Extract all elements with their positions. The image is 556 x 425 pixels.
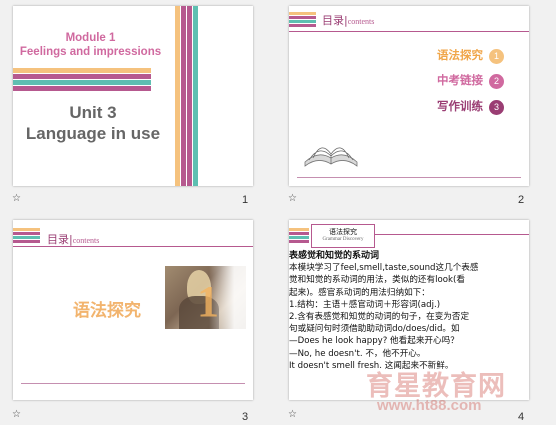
star-icon[interactable]: ☆ xyxy=(12,193,21,204)
slide-number: 2 xyxy=(518,194,525,206)
decor-stripe xyxy=(13,80,151,85)
content-line: 本模块学习了feel,smell,taste,sound这几个表感 xyxy=(289,263,479,274)
content-body: 表感觉和知觉的系动词 本模块学习了feel,smell,taste,sound这… xyxy=(289,250,529,372)
unit-title: Unit 3 xyxy=(69,103,117,122)
slide-thumbnail-1[interactable]: Module 1 Feelings and impressions Unit 3… xyxy=(13,6,253,186)
decor-stripe xyxy=(13,74,151,79)
divider xyxy=(13,246,253,247)
toc-title: 目录|contents xyxy=(322,14,375,27)
book-icon xyxy=(304,147,358,167)
toc-title: 目录|contents xyxy=(47,233,100,246)
module-title: Module 1 xyxy=(65,32,116,44)
content-line: 2.含有表感觉和知觉的动词的句子，在变为否定 xyxy=(289,312,470,323)
slide-thumbnail-2[interactable]: 目录|contents 语法探究 1 中考链接 2 写作训练 3 xyxy=(289,6,529,186)
star-icon[interactable]: ☆ xyxy=(288,409,297,420)
content-line: 起来)。感官系动词的用法归纳如下： xyxy=(289,287,430,298)
content-line: 句或疑问句时须借助助动词do/does/did。如 xyxy=(289,324,460,335)
module-subtitle: Feelings and impressions xyxy=(19,46,162,58)
toc-item-2[interactable]: 中考链接 xyxy=(437,72,483,88)
content-heading: 表感觉和知觉的系动词 xyxy=(289,251,380,261)
watermark-url: www.ht88.com xyxy=(377,397,482,414)
number-badge: 2 xyxy=(489,74,504,89)
star-icon[interactable]: ☆ xyxy=(12,409,21,420)
decor-stripe xyxy=(175,6,180,186)
toc-item-3[interactable]: 写作训练 xyxy=(437,98,483,114)
decor-stripe xyxy=(187,6,192,186)
decor-stripe xyxy=(193,6,198,186)
content-line: 觉和知觉的系动词的用法，类似的还有look(看 xyxy=(289,275,465,286)
section-tab: 语法探究 Grammar Discovery xyxy=(311,224,375,248)
decor-stripe xyxy=(181,6,186,186)
number-badge: 1 xyxy=(489,49,504,64)
toc-item-1[interactable]: 语法探究 xyxy=(437,47,483,63)
slide-number: 4 xyxy=(518,411,525,423)
unit-subtitle: Language in use xyxy=(25,124,161,143)
content-line: —No, he doesn't. 不，他不开心。 xyxy=(289,348,426,359)
slide-number: 1 xyxy=(242,194,249,206)
divider xyxy=(21,383,245,384)
content-line: 1.结构：主语＋感官动词＋形容词(adj.) xyxy=(289,299,441,310)
content-line: —Does he look happy? 他看起来开心吗？ xyxy=(289,336,459,347)
decor-stripe xyxy=(13,86,151,91)
divider xyxy=(289,31,529,32)
slide-thumbnail-3[interactable]: 目录|contents 语法探究 1 xyxy=(13,220,253,400)
divider xyxy=(375,234,529,235)
slide-number: 3 xyxy=(242,411,249,423)
section-title: 语法探究 xyxy=(73,301,141,321)
divider xyxy=(297,177,521,178)
star-icon[interactable]: ☆ xyxy=(288,193,297,204)
decor-stripe xyxy=(13,68,151,73)
number-badge: 3 xyxy=(489,100,504,115)
section-number: 1 xyxy=(197,277,219,326)
